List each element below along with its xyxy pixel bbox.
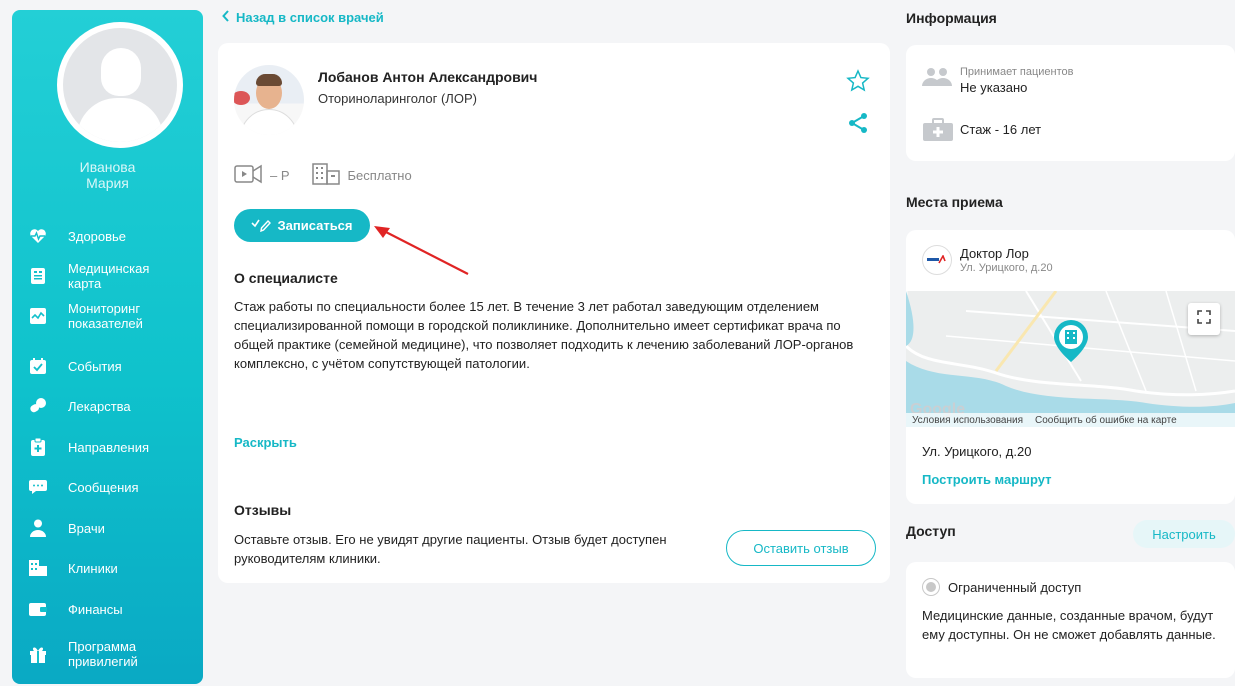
leave-review-button[interactable]: Оставить отзыв xyxy=(726,530,876,566)
doctor-icon xyxy=(29,519,47,537)
experience-text: Стаж - 16 лет xyxy=(960,122,1042,137)
pills-icon xyxy=(29,397,47,415)
medical-card-icon xyxy=(29,267,47,285)
map-terms-link[interactable]: Условия использования xyxy=(912,415,1023,426)
video-camera-icon xyxy=(234,164,264,187)
about-text: Стаж работы по специальности более 15 ле… xyxy=(234,299,854,371)
clinic-map[interactable]: Google Условия использования Сообщить об… xyxy=(906,291,1235,427)
pen-check-icon xyxy=(251,216,272,235)
message-icon xyxy=(29,478,47,496)
sidebar-item-finance[interactable]: Финансы xyxy=(12,589,203,629)
avatar[interactable] xyxy=(57,22,183,148)
sidebar-item-monitoring[interactable]: Мониторинг показателей xyxy=(12,296,203,336)
access-radio[interactable] xyxy=(922,578,940,596)
info-title: Информация xyxy=(906,10,997,26)
clinic-name[interactable]: Доктор Лор xyxy=(960,246,1029,261)
sidebar-item-label-line-2: привилегий xyxy=(68,654,138,669)
sidebar-item-label-line-1: Медицинская xyxy=(68,261,150,276)
sidebar-item-label-line-2: карта xyxy=(68,276,102,291)
map-pin-icon[interactable] xyxy=(1052,318,1090,369)
wallet-icon xyxy=(29,600,47,618)
sidebar-item-label: Здоровье xyxy=(68,228,127,244)
monitoring-icon xyxy=(29,307,47,325)
annotation-arrow xyxy=(374,226,469,275)
sidebar-item-label: Лекарства xyxy=(68,398,131,414)
favorite-star-icon[interactable] xyxy=(846,69,870,93)
sidebar-item-label-line-1: Мониторинг xyxy=(68,301,141,316)
clinic-address: Ул. Урицкого, д.20 xyxy=(960,262,1053,274)
back-link-label: Назад в список врачей xyxy=(236,10,384,25)
map-footer: Условия использования Сообщить об ошибке… xyxy=(906,413,1235,427)
video-price-value: – Р xyxy=(270,168,290,183)
user-first-name: Иванова xyxy=(79,159,136,175)
accepts-label: Принимает пациентов xyxy=(960,66,1074,78)
doctor-name: Лобанов Антон Александрович xyxy=(318,69,538,85)
clipboard-icon xyxy=(29,438,47,456)
address-text: Ул. Урицкого, д.20 xyxy=(922,444,1032,459)
access-description: Медицинские данные, созданные врачом, бу… xyxy=(922,608,1216,642)
sidebar-item-label-line-1: Программа xyxy=(68,639,137,654)
info-card: Принимает пациентов Не указано Стаж - 16… xyxy=(906,45,1235,161)
sidebar-item-events[interactable]: События xyxy=(12,346,203,386)
sidebar-item-clinics[interactable]: Клиники xyxy=(12,548,203,588)
user-second-name: Мария xyxy=(86,175,129,191)
reviews-text: Оставьте отзыв. Его не увидят другие пац… xyxy=(234,532,667,566)
sidebar-item-label-line-2: показателей xyxy=(68,316,143,331)
video-price: – Р xyxy=(234,164,290,187)
gift-icon xyxy=(29,645,47,663)
back-to-doctors-link[interactable]: Назад в список врачей xyxy=(222,10,384,25)
reviews-title: Отзывы xyxy=(234,502,292,518)
sidebar-item-doctors[interactable]: Врачи xyxy=(12,508,203,548)
map-fullscreen-button[interactable] xyxy=(1188,303,1220,335)
sidebar-item-label: События xyxy=(68,358,122,374)
sidebar-item-label: Сообщения xyxy=(68,479,139,495)
sidebar-item-medical-card[interactable]: Медицинская карта xyxy=(12,256,203,296)
clinic-price-value: Бесплатно xyxy=(347,168,412,183)
medical-case-icon xyxy=(922,118,954,147)
doctor-card: Лобанов Антон Александрович Оториноларин… xyxy=(218,43,890,583)
access-title: Доступ xyxy=(906,523,956,539)
sidebar-item-messages[interactable]: Сообщения xyxy=(12,467,203,507)
clinic-icon xyxy=(29,559,47,577)
patients-icon xyxy=(922,67,952,92)
sidebar-item-privileges[interactable]: Программа привилегий xyxy=(12,634,203,674)
calendar-icon xyxy=(29,357,47,375)
doctor-prices: – Р Бесплатно xyxy=(234,163,412,188)
fullscreen-icon xyxy=(1197,309,1211,329)
sidebar-item-label: Мониторинг показателей xyxy=(68,301,143,331)
share-icon[interactable] xyxy=(846,111,870,135)
build-route-link[interactable]: Построить маршрут xyxy=(922,472,1052,487)
doctor-specialty: Оториноларинголог (ЛОР) xyxy=(318,91,477,106)
sidebar-item-label: Программа привилегий xyxy=(68,639,138,669)
doctor-photo xyxy=(234,65,304,135)
map-report-link[interactable]: Сообщить об ошибке на карте xyxy=(1035,415,1177,426)
sidebar-item-referrals[interactable]: Направления xyxy=(12,427,203,467)
sidebar-item-label: Медицинская карта xyxy=(68,261,149,291)
clinic-logo xyxy=(922,245,952,275)
chevron-left-icon xyxy=(222,10,230,25)
sidebar-item-label: Клиники xyxy=(68,560,118,576)
clinic-building-icon xyxy=(311,163,342,188)
accepts-value: Не указано xyxy=(960,80,1028,95)
book-appointment-label: Записаться xyxy=(277,218,353,233)
radio-dot-icon xyxy=(926,582,936,592)
sidebar: Иванова Мария Здоровье Медицинская карта … xyxy=(12,10,203,684)
expand-link[interactable]: Раскрыть xyxy=(234,435,297,450)
sidebar-item-label: Направления xyxy=(68,439,150,455)
book-appointment-button[interactable]: Записаться xyxy=(234,209,370,242)
setup-access-button[interactable]: Настроить xyxy=(1133,520,1235,548)
places-title: Места приема xyxy=(906,194,1003,210)
access-option-label: Ограниченный доступ xyxy=(948,580,1082,595)
sidebar-item-label: Врачи xyxy=(68,520,105,536)
about-title: О специалисте xyxy=(234,270,338,286)
sidebar-item-label: Финансы xyxy=(68,601,123,617)
clinic-price: Бесплатно xyxy=(311,163,412,188)
sidebar-item-health[interactable]: Здоровье xyxy=(12,216,203,256)
heart-icon xyxy=(29,227,47,245)
sidebar-item-medicines[interactable]: Лекарства xyxy=(12,386,203,426)
access-card: Ограниченный доступ Медицинские данные, … xyxy=(906,562,1235,678)
